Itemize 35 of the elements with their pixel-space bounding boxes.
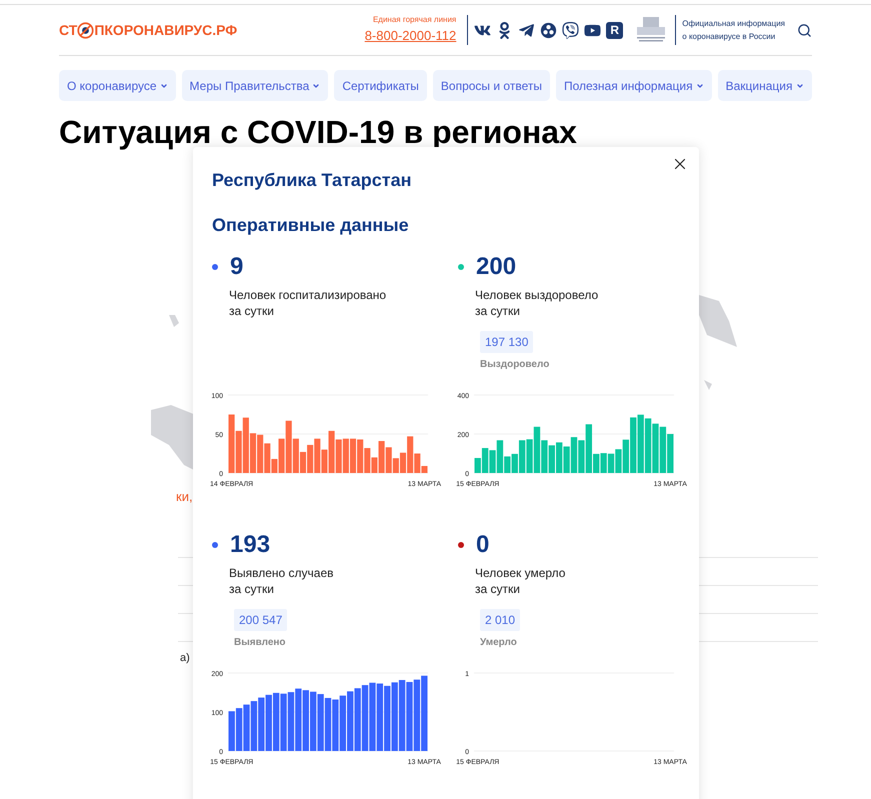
stat-label: Выявлено случаев за сутки — [229, 565, 335, 597]
hotline-phone-link[interactable]: 8-800-2000-112 — [364, 26, 456, 46]
nav-menu-button[interactable]: Вакцинация — [718, 70, 812, 101]
stat-number: 200 — [476, 252, 516, 282]
stat-label: Человек выздоровело за сутки — [475, 287, 600, 319]
hotline-label: Единая горячая линия — [372, 14, 456, 26]
stat-label: Человек госпитализировано за сутки — [229, 287, 388, 319]
search-icon[interactable] — [797, 22, 812, 38]
nav-menu-button[interactable]: Сертификаты — [334, 70, 427, 101]
total-count: 197 130 — [480, 331, 534, 353]
total-caption: Умерло — [480, 636, 517, 650]
stat-label: Человек умерло за сутки — [475, 565, 566, 597]
total-count: 2 010 — [480, 609, 520, 631]
highlight-text: ки, — [176, 488, 194, 506]
section-title: Оперативные данные — [212, 214, 410, 237]
total-caption: Выявлено — [234, 636, 286, 650]
page-title: Ситуация с COVID-19 в регионах — [59, 113, 578, 151]
flower-icon[interactable] — [540, 22, 558, 38]
stat-number: 9 — [230, 252, 244, 282]
official-info-text: Официальная информация о коронавирусе в России — [682, 18, 785, 43]
stat-number: 193 — [230, 530, 270, 560]
virus-icon — [77, 22, 94, 38]
site-logo[interactable]: СТ ПКОРОНАВИРУС.РФ — [59, 20, 238, 40]
table-text: а) — [180, 650, 191, 666]
nav-menu-button[interactable]: Полезная информация — [556, 70, 712, 101]
stat-number: 0 — [476, 530, 490, 560]
region-title: Республика Татарстан — [212, 169, 413, 192]
nav-menu-button[interactable]: О коронавирусе — [59, 70, 176, 101]
nav-menu-button[interactable]: Меры Правительства — [182, 70, 328, 101]
paper-plane-icon[interactable] — [518, 22, 536, 38]
total-caption: Выздоровело — [480, 358, 550, 372]
rutube-icon[interactable]: R — [606, 22, 624, 38]
total-count: 200 547 — [234, 609, 288, 631]
nav-menu-button[interactable]: Вопросы и ответы — [432, 70, 550, 101]
phone-bubble-icon[interactable] — [562, 22, 580, 38]
